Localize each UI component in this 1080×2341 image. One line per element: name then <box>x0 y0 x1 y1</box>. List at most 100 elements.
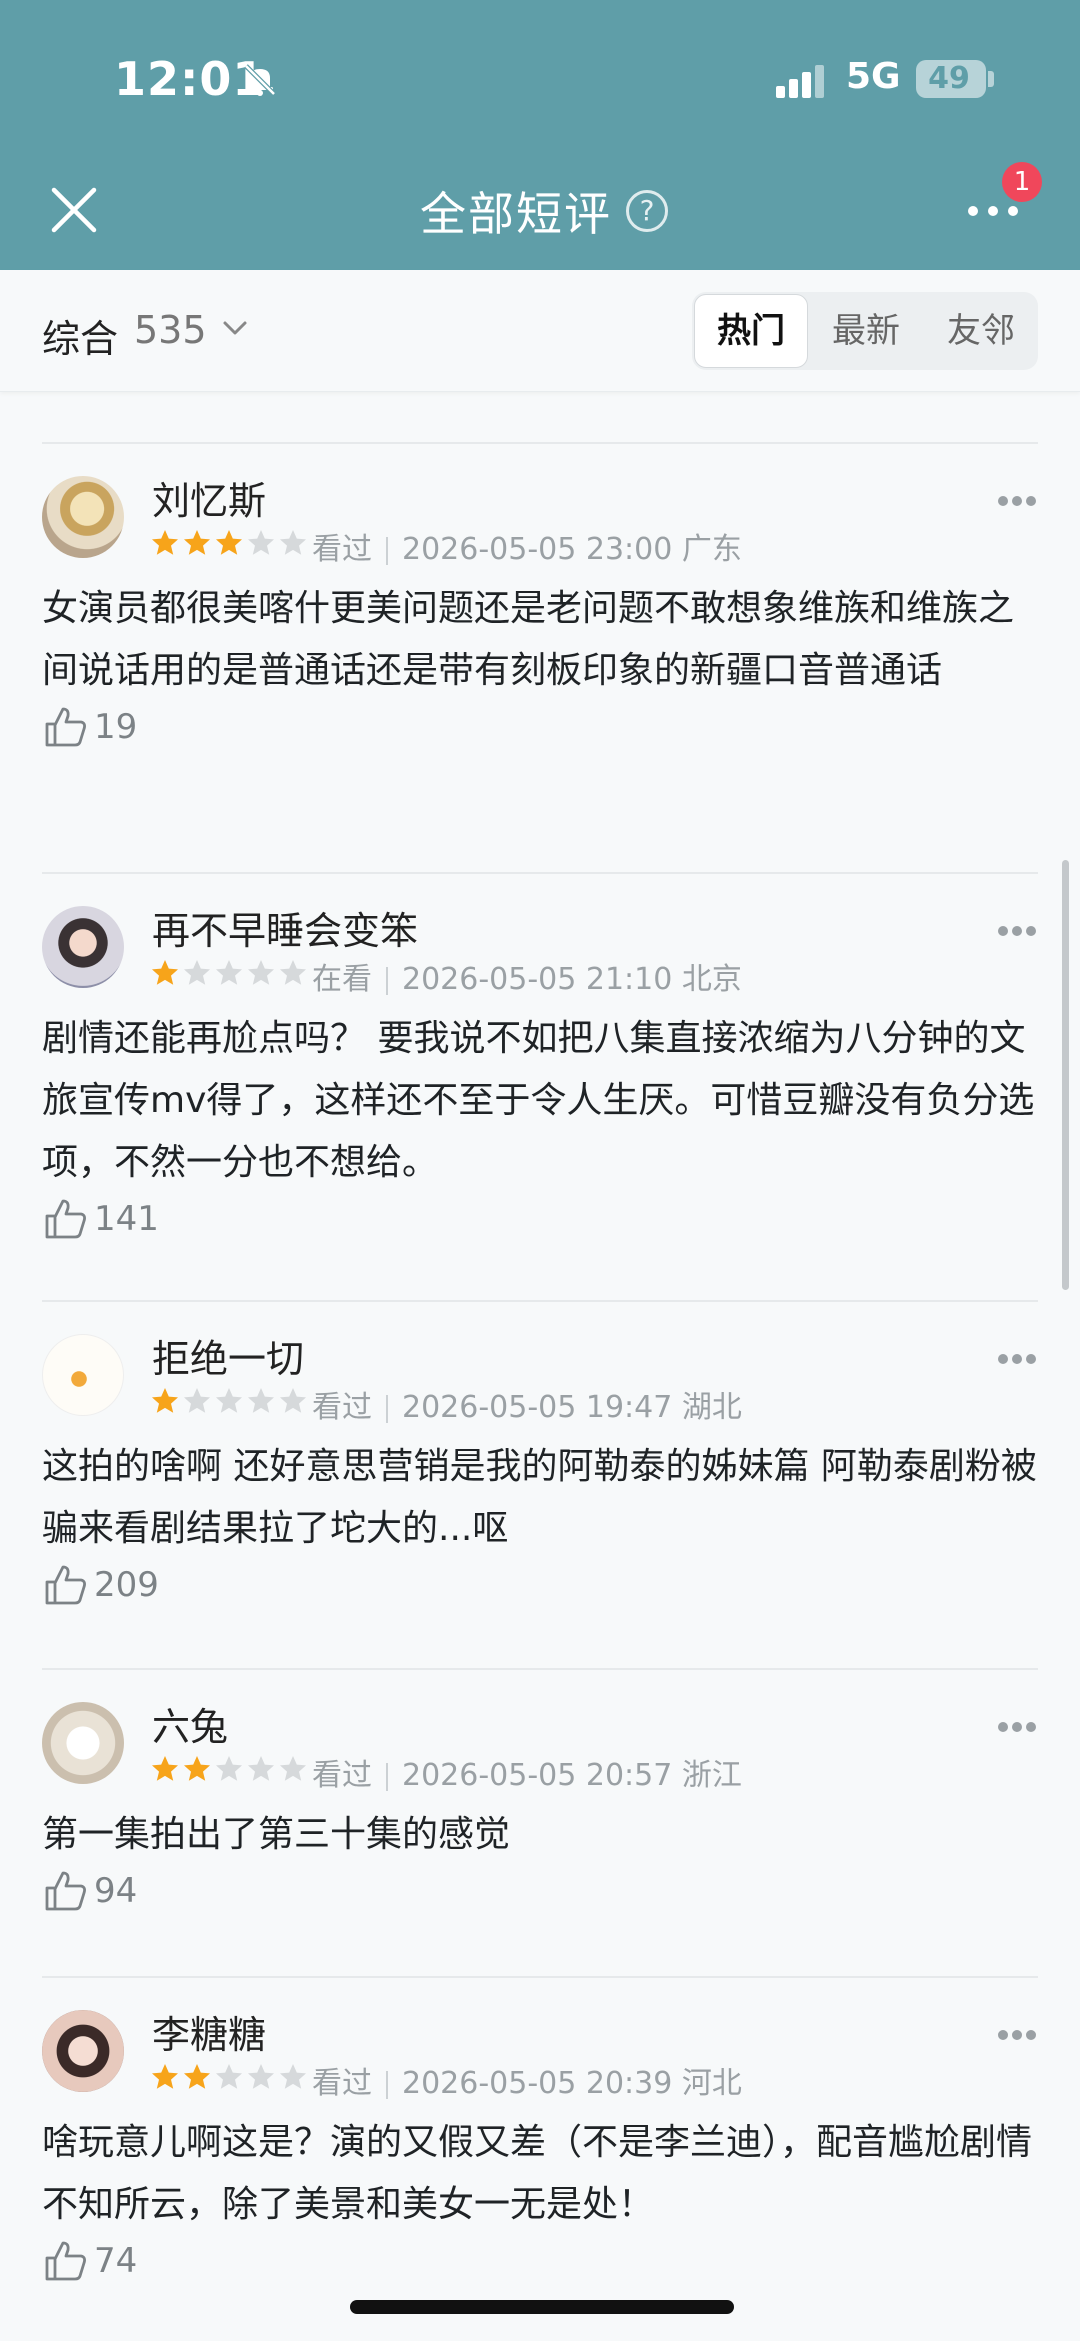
comment-username[interactable]: 六兔 <box>152 1696 228 1751</box>
rating-stars <box>150 1386 308 1418</box>
like-count: 74 <box>94 2241 138 2281</box>
avatar[interactable] <box>42 906 124 988</box>
more-dot-icon <box>1008 206 1018 216</box>
comment-more-button[interactable] <box>996 1722 1038 1734</box>
rating-stars <box>150 2062 308 2094</box>
filter-bar: 综合 535 热门 最新 友邻 <box>0 270 1080 392</box>
comment-username[interactable]: 再不早睡会变笨 <box>152 900 418 955</box>
comment-meta: 看过 2026-05-05 20:57 浙江 <box>312 1750 742 1794</box>
comment-text: 女演员都很美喀什更美问题还是老问题不敢想象维族和维族之间说话用的是普通话还是带有… <box>42 588 1015 691</box>
star-filled-icon <box>216 530 242 555</box>
comment-meta: 看过 2026-05-05 23:00 广东 <box>312 524 742 568</box>
home-indicator[interactable] <box>350 2300 734 2314</box>
star-empty-icon <box>216 2064 242 2089</box>
comment-more-button[interactable] <box>996 2030 1038 2042</box>
scrollbar[interactable] <box>1062 860 1069 1290</box>
sort-tabs: 热门 最新 友邻 <box>692 292 1038 370</box>
star-empty-icon <box>216 1756 242 1781</box>
comment-more-button[interactable] <box>996 926 1038 938</box>
signal-icon <box>776 65 824 98</box>
more-dot-icon <box>988 206 998 216</box>
divider <box>42 1668 1038 1670</box>
comment-meta: 看过 2026-05-05 20:39 河北 <box>312 2058 742 2102</box>
app-header: 12:01 5G 49 全部短评 ? 1 <box>0 0 1080 270</box>
thumbs-up-icon <box>45 1199 86 1239</box>
avatar[interactable] <box>42 476 124 558</box>
star-empty-icon <box>248 2064 274 2089</box>
star-empty-icon <box>248 960 274 985</box>
comment-datetime: 2026-05-05 23:00 <box>402 532 673 567</box>
status-bar: 12:01 5G 49 <box>0 48 1080 114</box>
watch-status: 看过 <box>312 2066 372 2101</box>
thumbs-up-icon <box>45 1565 86 1605</box>
network-type: 5G <box>846 56 901 97</box>
sort-dropdown-label[interactable]: 综合 <box>42 308 118 363</box>
close-icon[interactable] <box>46 182 102 238</box>
comment-datetime: 2026-05-05 20:39 <box>402 2066 673 2101</box>
divider <box>42 1300 1038 1302</box>
tab-hot[interactable]: 热门 <box>694 294 808 368</box>
notification-badge: 1 <box>1002 162 1042 202</box>
comment-datetime: 2026-05-05 21:10 <box>402 962 673 997</box>
comment-count: 535 <box>134 308 207 352</box>
comment-location: 广东 <box>681 532 742 567</box>
comment-text: 剧情还能再尬点吗？ 要我说不如把八集直接浓缩为八分钟的文旅宣传mv得了，这样还不… <box>42 1018 1035 1183</box>
like-button[interactable]: 94 <box>44 1870 137 1912</box>
mute-bell-icon <box>244 64 276 96</box>
star-empty-icon <box>248 1756 274 1781</box>
like-button[interactable]: 141 <box>44 1198 159 1240</box>
like-button[interactable]: 19 <box>44 706 137 748</box>
star-filled-icon <box>152 1756 178 1781</box>
more-dot-icon <box>968 206 978 216</box>
like-button[interactable]: 209 <box>44 1564 159 1606</box>
tab-friends[interactable]: 友邻 <box>924 292 1038 370</box>
battery-tip <box>988 71 994 87</box>
tab-latest[interactable]: 最新 <box>810 292 922 370</box>
avatar[interactable] <box>42 2010 124 2092</box>
comment-username[interactable]: 拒绝一切 <box>152 1328 304 1383</box>
chevron-down-icon[interactable] <box>222 318 248 338</box>
star-empty-icon <box>280 530 306 555</box>
nav-title-group: 全部短评 ? <box>420 178 668 244</box>
comment-more-button[interactable] <box>996 1354 1038 1366</box>
comment-datetime: 2026-05-05 19:47 <box>402 1390 673 1425</box>
watch-status: 看过 <box>312 1758 372 1793</box>
comment-meta: 看过 2026-05-05 19:47 湖北 <box>312 1382 742 1426</box>
comment-text: 啥玩意儿啊这是？演的又假又差（不是李兰迪），配音尴尬剧情不知所云，除了美景和美女… <box>42 2122 1033 2225</box>
like-count: 141 <box>94 1199 159 1239</box>
comment-meta: 在看 2026-05-05 21:10 北京 <box>312 954 742 998</box>
page-title: 全部短评 <box>420 187 612 241</box>
rating-stars <box>150 958 308 990</box>
star-empty-icon <box>184 1388 210 1413</box>
star-empty-icon <box>280 1756 306 1781</box>
like-button[interactable]: 74 <box>44 2240 137 2282</box>
avatar[interactable] <box>42 1334 124 1416</box>
avatar[interactable] <box>42 1702 124 1784</box>
star-filled-icon <box>152 2064 178 2089</box>
star-empty-icon <box>280 960 306 985</box>
star-filled-icon <box>152 960 178 985</box>
like-count: 19 <box>94 707 138 747</box>
help-icon[interactable]: ? <box>626 190 668 232</box>
like-count: 209 <box>94 1565 159 1605</box>
battery-icon: 49 <box>916 60 986 98</box>
divider <box>42 872 1038 874</box>
comment-username[interactable]: 刘忆斯 <box>152 470 266 525</box>
comment-text: 第一集拍出了第三十集的感觉 <box>42 1814 511 1855</box>
star-empty-icon <box>216 960 242 985</box>
thumbs-up-icon <box>45 1871 86 1911</box>
star-empty-icon <box>280 2064 306 2089</box>
comment-username[interactable]: 李糖糖 <box>152 2004 266 2059</box>
watch-status: 看过 <box>312 532 372 567</box>
comment-location: 北京 <box>681 962 742 997</box>
nav-bar: 全部短评 ? <box>0 170 1080 250</box>
rating-stars <box>150 528 308 560</box>
star-filled-icon <box>184 2064 210 2089</box>
watch-status: 在看 <box>312 962 372 997</box>
star-filled-icon <box>184 1756 210 1781</box>
battery-level: 49 <box>928 61 970 96</box>
star-empty-icon <box>280 1388 306 1413</box>
comment-more-button[interactable] <box>996 496 1038 508</box>
star-filled-icon <box>152 1388 178 1413</box>
star-empty-icon <box>184 960 210 985</box>
